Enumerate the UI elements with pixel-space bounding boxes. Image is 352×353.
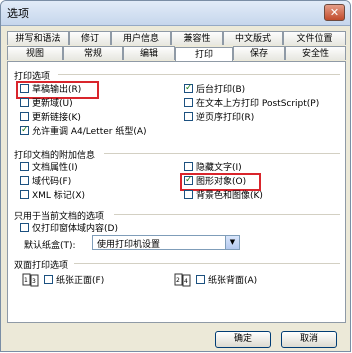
background-print-label: 后台打印(B)	[196, 85, 246, 95]
document-properties-option[interactable]: 文档属性(I)	[20, 162, 78, 174]
highlight-box	[180, 173, 261, 191]
print-front-option[interactable]: 纸张正面(F)	[44, 275, 104, 287]
field-codes-option[interactable]: 域代码(F)	[20, 176, 71, 188]
postscript-over-text-checkbox[interactable]	[184, 98, 193, 107]
highlight-box	[16, 81, 99, 99]
form-data-only-option[interactable]: 仅打印窗体域内容(D)	[20, 223, 118, 235]
tab-general[interactable]: 常规	[63, 46, 123, 60]
default-tray-select[interactable]: 使用打印机设置 ▼	[92, 235, 240, 250]
update-fields-checkbox[interactable]	[20, 98, 29, 107]
postscript-over-text-label: 在文本上方打印 PostScript(P)	[196, 99, 320, 109]
print-front-label: 纸张正面(F)	[56, 276, 105, 286]
cancel-button[interactable]: 取消	[281, 331, 337, 348]
ok-button[interactable]: 确定	[215, 331, 271, 348]
reverse-order-label: 逆页序打印(R)	[196, 113, 255, 123]
xml-tags-label: XML 标记(X)	[32, 191, 85, 201]
update-links-checkbox[interactable]	[20, 112, 29, 121]
divider	[114, 214, 340, 215]
background-colors-checkbox[interactable]	[184, 190, 193, 199]
postscript-over-text-option[interactable]: 在文本上方打印 PostScript(P)	[184, 98, 319, 110]
title-bar: 选项 ✕	[1, 1, 350, 26]
allow-resize-checkbox[interactable]	[20, 124, 29, 136]
duplex-front-icon: 3 1	[22, 273, 39, 287]
tab-edit[interactable]: 编辑	[123, 46, 175, 60]
divider	[74, 263, 340, 264]
tab-user-info[interactable]: 用户信息	[111, 31, 171, 45]
xml-tags-option[interactable]: XML 标记(X)	[20, 190, 85, 202]
default-tray-value: 使用打印机设置	[97, 240, 161, 250]
print-back-label: 纸张背面(A)	[208, 276, 258, 286]
divider	[104, 153, 340, 154]
divider	[58, 74, 340, 75]
background-colors-label: 背景色和图像(K)	[196, 191, 263, 201]
tab-view[interactable]: 视图	[7, 46, 63, 60]
allow-resize-option[interactable]: 允许重调 A4/Letter 纸型(A)	[20, 124, 147, 138]
print-back-option[interactable]: 纸张背面(A)	[196, 275, 257, 287]
form-data-only-checkbox[interactable]	[20, 223, 29, 232]
duplex-back-icon: 2 4	[174, 273, 191, 287]
field-codes-label: 域代码(F)	[32, 177, 72, 187]
update-fields-label: 更新域(U)	[32, 99, 73, 109]
chevron-down-icon[interactable]: ▼	[225, 236, 239, 249]
background-print-option[interactable]: 后台打印(B)	[184, 82, 246, 96]
update-links-option[interactable]: 更新链接(K)	[20, 112, 81, 124]
tab-security[interactable]: 安全性	[285, 46, 346, 60]
tab-file-locations[interactable]: 文件位置	[283, 31, 346, 45]
update-fields-option[interactable]: 更新域(U)	[20, 98, 73, 110]
reverse-order-option[interactable]: 逆页序打印(R)	[184, 112, 254, 124]
tab-chinese-typography[interactable]: 中文版式	[223, 31, 283, 45]
reverse-order-checkbox[interactable]	[184, 112, 193, 121]
document-properties-label: 文档属性(I)	[32, 163, 78, 173]
svg-text:3: 3	[32, 278, 36, 285]
background-colors-option[interactable]: 背景色和图像(K)	[184, 190, 263, 202]
options-dialog: 选项 ✕ 拼写和语法 修订 用户信息 兼容性 中文版式 文件位置 视图 常规 编…	[0, 0, 351, 352]
svg-text:2: 2	[176, 277, 180, 284]
attached-info-heading: 打印文档的附加信息	[14, 151, 96, 161]
form-data-only-label: 仅打印窗体域内容(D)	[32, 224, 118, 234]
print-front-checkbox[interactable]	[44, 275, 53, 284]
tab-spelling-grammar[interactable]: 拼写和语法	[7, 31, 69, 45]
current-doc-heading: 只用于当前文档的选项	[14, 212, 105, 222]
tab-strip: 拼写和语法 修订 用户信息 兼容性 中文版式 文件位置 视图 常规 编辑 打印 …	[7, 31, 346, 63]
default-tray-label: 默认纸盒(T):	[24, 241, 76, 251]
hidden-text-checkbox[interactable]	[184, 162, 193, 171]
duplex-heading: 双面打印选项	[14, 261, 69, 271]
print-back-checkbox[interactable]	[196, 275, 205, 284]
svg-text:1: 1	[24, 277, 28, 284]
update-links-label: 更新链接(K)	[32, 113, 81, 123]
tab-save[interactable]: 保存	[233, 46, 285, 60]
document-properties-checkbox[interactable]	[20, 162, 29, 171]
field-codes-checkbox[interactable]	[20, 176, 29, 185]
svg-text:4: 4	[184, 278, 188, 285]
close-button[interactable]: ✕	[324, 4, 345, 21]
background-print-checkbox[interactable]	[184, 82, 193, 94]
hidden-text-label: 隐藏文字(I)	[196, 163, 242, 173]
window-title: 选项	[7, 7, 29, 20]
tab-revisions[interactable]: 修订	[69, 31, 111, 45]
tab-compatibility[interactable]: 兼容性	[171, 31, 223, 45]
print-tab-panel: 打印选项 草稿输出(R) 更新域(U) 更新链接(K) 允许重调 A4/Lett…	[7, 61, 346, 323]
allow-resize-label: 允许重调 A4/Letter 纸型(A)	[32, 127, 147, 137]
xml-tags-checkbox[interactable]	[20, 190, 29, 199]
